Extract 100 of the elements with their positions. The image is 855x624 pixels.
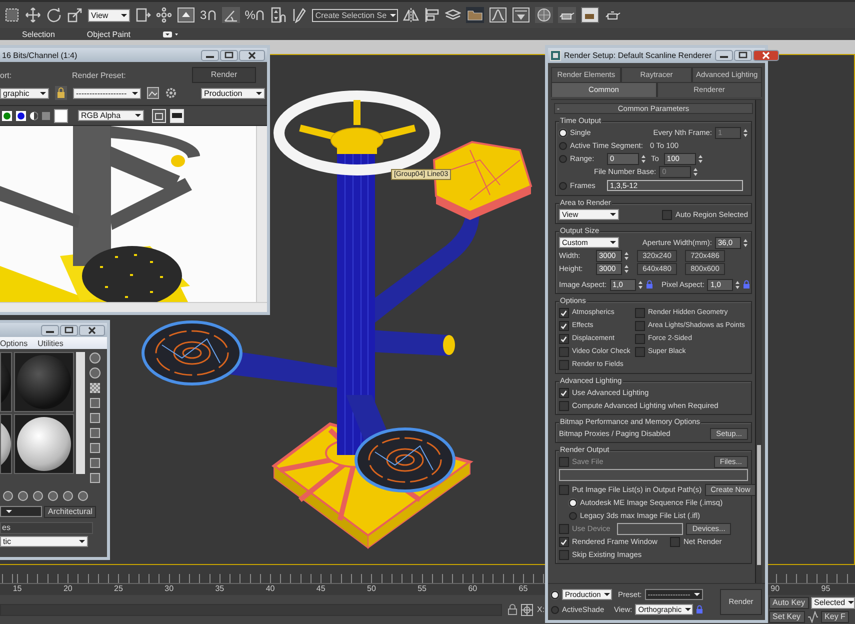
minimize-icon[interactable] bbox=[714, 50, 733, 61]
align-icon[interactable] bbox=[424, 7, 440, 23]
named-selection-dropdown[interactable]: Create Selection Se bbox=[312, 8, 398, 22]
render-button[interactable]: Render bbox=[192, 67, 256, 83]
checkbox[interactable] bbox=[635, 320, 645, 330]
scrollbar[interactable] bbox=[755, 100, 762, 583]
minimize-icon[interactable] bbox=[41, 324, 59, 336]
alpha-channel-icon[interactable] bbox=[30, 110, 38, 120]
ribbon-tab[interactable]: Selection bbox=[22, 30, 55, 38]
checkbox[interactable] bbox=[559, 308, 569, 318]
checkbox[interactable] bbox=[670, 536, 680, 546]
radio-button[interactable] bbox=[551, 606, 559, 614]
radio-button[interactable] bbox=[551, 590, 559, 598]
radio-button[interactable] bbox=[559, 182, 567, 190]
sample-slot[interactable] bbox=[14, 414, 74, 474]
image-icon[interactable] bbox=[147, 87, 159, 99]
material-name-dropdown[interactable] bbox=[0, 506, 42, 517]
magnet-icon[interactable] bbox=[255, 9, 266, 21]
checkbox[interactable] bbox=[559, 360, 569, 370]
set-key-button[interactable]: Set Key bbox=[768, 610, 805, 622]
mirror-icon[interactable] bbox=[403, 7, 420, 23]
graph-icon[interactable] bbox=[489, 7, 508, 23]
move-arrows-icon[interactable] bbox=[25, 7, 41, 23]
scale-icon[interactable] bbox=[67, 7, 83, 23]
key-curve-icon[interactable] bbox=[806, 610, 819, 622]
menu-item[interactable]: Options bbox=[0, 338, 28, 348]
manipulate-icon[interactable] bbox=[156, 7, 172, 23]
selection-frame-icon[interactable] bbox=[4, 7, 20, 23]
checkbox[interactable] bbox=[635, 334, 645, 344]
sphere-grid-icon[interactable] bbox=[535, 7, 554, 23]
folder-icon[interactable] bbox=[466, 7, 484, 23]
radio-button[interactable] bbox=[559, 142, 567, 150]
shader-dropdown[interactable]: tic bbox=[0, 536, 88, 547]
checkbox[interactable] bbox=[559, 484, 569, 494]
pivot-icon[interactable] bbox=[135, 7, 151, 23]
checkbox[interactable] bbox=[559, 388, 569, 398]
print-icon[interactable] bbox=[170, 108, 184, 122]
scrollbar-thumb[interactable] bbox=[757, 445, 761, 565]
dropdown-caret-icon[interactable] bbox=[162, 30, 178, 38]
channel-dropdown[interactable]: RGB Alpha bbox=[78, 110, 144, 121]
close-icon[interactable] bbox=[79, 324, 105, 336]
rotate-icon[interactable] bbox=[46, 7, 62, 23]
sample-slot[interactable] bbox=[0, 414, 12, 474]
pen-icon[interactable] bbox=[291, 7, 308, 23]
rollout-header[interactable]: es bbox=[0, 522, 93, 534]
maximize-icon[interactable] bbox=[220, 50, 238, 60]
maximize-icon[interactable] bbox=[60, 324, 78, 336]
spinner-arrows-icon[interactable] bbox=[624, 250, 629, 260]
spinner-arrows-icon[interactable] bbox=[743, 238, 748, 248]
checkbox[interactable] bbox=[559, 550, 569, 560]
spinner-arrows-icon[interactable] bbox=[641, 154, 646, 164]
monochrome-icon[interactable] bbox=[42, 112, 50, 120]
radio-button[interactable] bbox=[559, 154, 567, 162]
angle-snap-icon[interactable] bbox=[222, 7, 240, 23]
app-icon[interactable] bbox=[550, 50, 561, 61]
material-type-button[interactable]: Architectural bbox=[44, 506, 96, 518]
checkbox[interactable] bbox=[559, 456, 569, 466]
radio-button[interactable] bbox=[569, 498, 577, 506]
checkbox[interactable] bbox=[559, 536, 569, 546]
channel-dot-icon[interactable] bbox=[2, 110, 12, 120]
checkbox[interactable] bbox=[559, 346, 569, 356]
auto-key-button[interactable]: Auto Key bbox=[768, 596, 809, 608]
magnet-icon[interactable] bbox=[206, 9, 217, 21]
toggle-icon[interactable] bbox=[177, 7, 195, 23]
spinner-arrows-icon[interactable] bbox=[693, 166, 698, 176]
scrollbar[interactable] bbox=[76, 352, 85, 474]
checkbox[interactable] bbox=[559, 334, 569, 344]
window-icon[interactable] bbox=[512, 7, 530, 23]
checkbox[interactable] bbox=[559, 320, 569, 330]
maximize-icon[interactable] bbox=[734, 50, 752, 61]
viewport-dropdown[interactable]: graphic bbox=[0, 88, 49, 98]
color-swatch[interactable] bbox=[54, 108, 68, 122]
spinner-snap-icon[interactable] bbox=[270, 7, 286, 23]
crosshair-icon[interactable] bbox=[521, 604, 533, 616]
device-field[interactable] bbox=[617, 522, 684, 534]
channel-dot-icon[interactable] bbox=[16, 110, 26, 120]
checkbox[interactable] bbox=[635, 308, 645, 318]
key-mode-dropdown[interactable]: Selected bbox=[811, 596, 855, 608]
radio-button[interactable] bbox=[559, 128, 567, 136]
gear-icon[interactable] bbox=[165, 87, 177, 99]
checkbox[interactable] bbox=[559, 524, 569, 534]
render-preset-dropdown[interactable]: ------------------- bbox=[73, 88, 141, 98]
clone-window-icon[interactable] bbox=[152, 108, 166, 122]
reference-coordinate-dropdown[interactable]: View bbox=[88, 8, 130, 22]
render-mode-dropdown[interactable]: Production bbox=[201, 88, 265, 98]
close-icon[interactable] bbox=[752, 50, 779, 61]
lock-icon[interactable] bbox=[508, 604, 517, 615]
spinner-arrows-icon[interactable] bbox=[743, 128, 748, 138]
key-filters-button[interactable]: Key F bbox=[820, 610, 850, 622]
ribbon-tab[interactable]: Object Paint bbox=[86, 30, 130, 38]
spinner-arrows-icon[interactable] bbox=[638, 280, 643, 290]
spinner-arrows-icon[interactable] bbox=[624, 264, 629, 274]
radio-button[interactable] bbox=[569, 512, 577, 520]
lock-icon[interactable] bbox=[55, 86, 67, 100]
checkbox[interactable] bbox=[635, 346, 645, 356]
spinner-arrows-icon[interactable] bbox=[698, 154, 703, 164]
minimize-icon[interactable] bbox=[201, 50, 219, 60]
checkbox[interactable] bbox=[662, 210, 672, 220]
menu-item[interactable]: Utilities bbox=[38, 338, 64, 348]
spinner-arrows-icon[interactable] bbox=[735, 280, 740, 290]
